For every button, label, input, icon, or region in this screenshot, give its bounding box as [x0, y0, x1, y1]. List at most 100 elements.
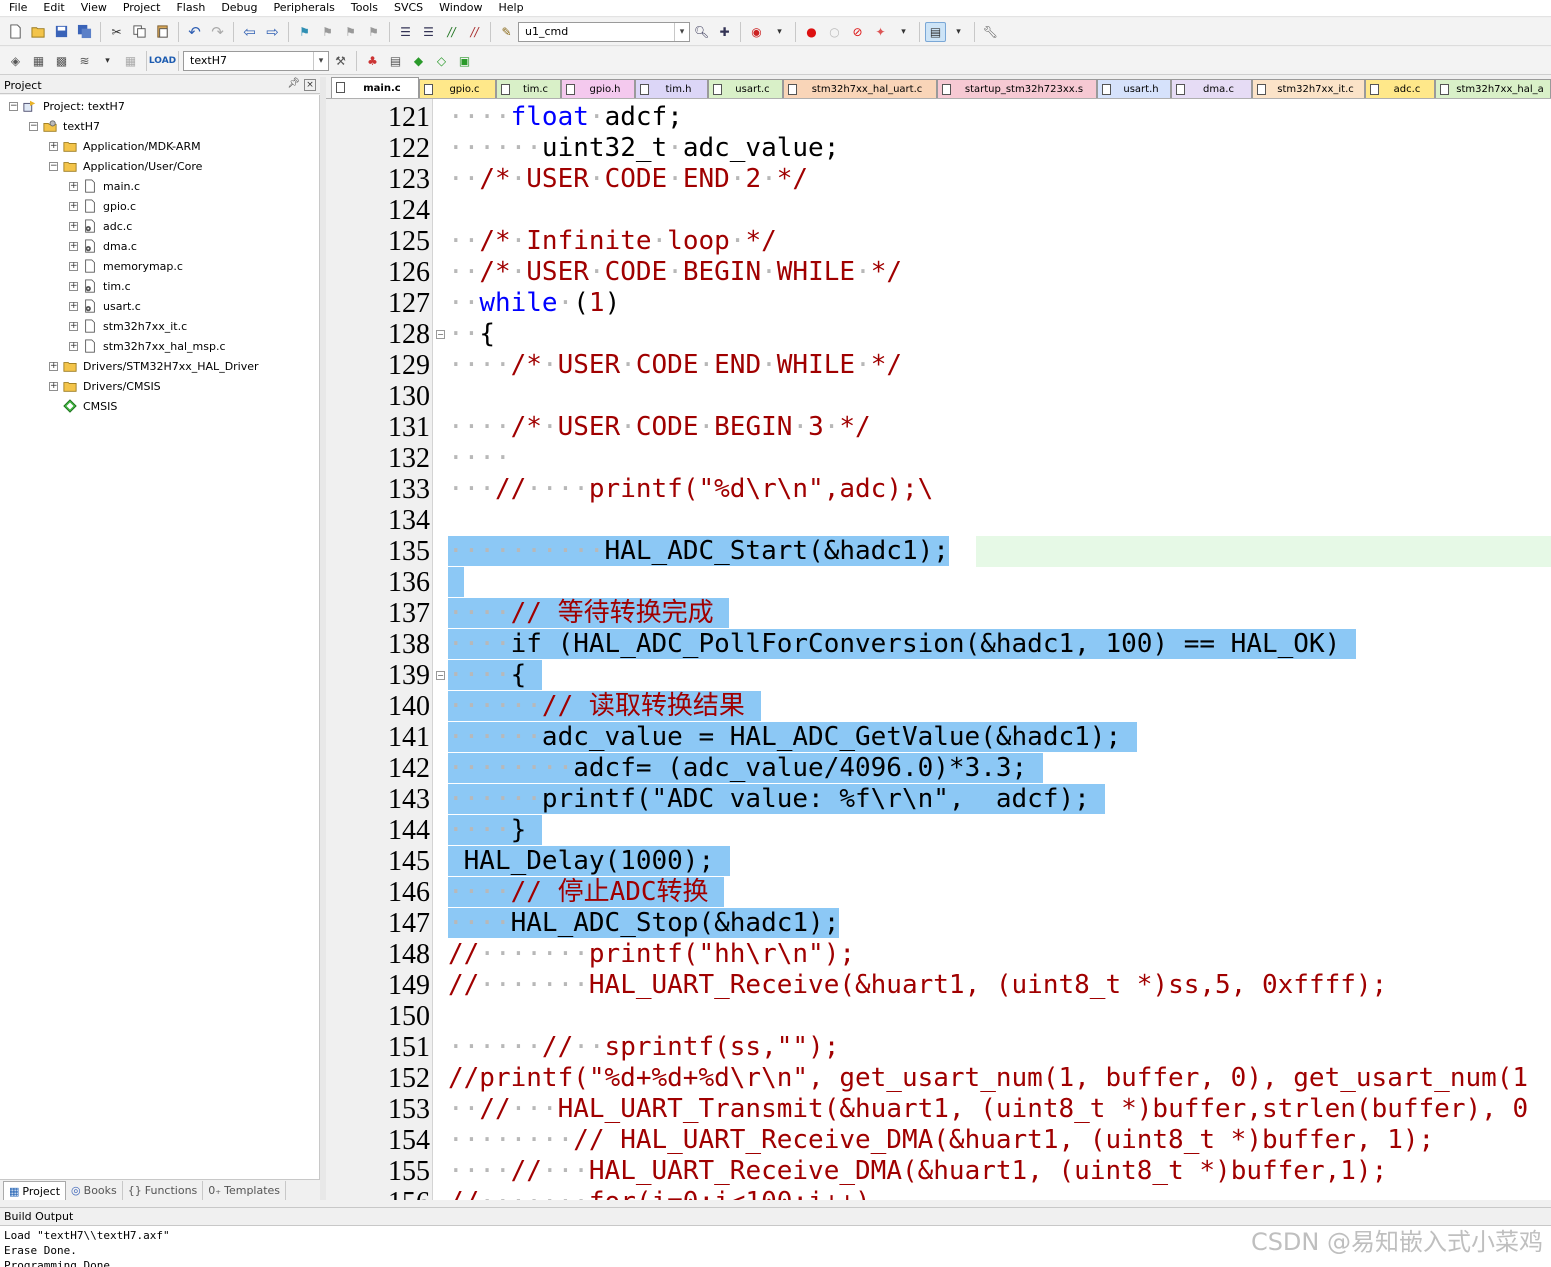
- select-software-packs-icon[interactable]: ▣: [454, 51, 475, 71]
- tab-file[interactable]: stm32h7xx_hal_uart.c: [783, 79, 937, 98]
- tree-node[interactable]: gpio.c: [83, 196, 136, 216]
- window-layout-icon[interactable]: ▤: [925, 21, 946, 42]
- stop-build-icon[interactable]: ▦: [120, 51, 141, 71]
- tree-node[interactable]: adc.c: [83, 216, 132, 236]
- expand-toggle-icon[interactable]: +: [69, 282, 78, 291]
- redo-icon[interactable]: ↷: [207, 22, 228, 42]
- fold-toggle-icon[interactable]: −: [436, 671, 445, 680]
- tab-file[interactable]: dma.c: [1171, 79, 1252, 98]
- chevron-down-icon[interactable]: ▾: [674, 22, 689, 41]
- file-extensions-icon[interactable]: ▤: [385, 51, 406, 71]
- tree-node[interactable]: tim.c: [83, 276, 131, 296]
- tree-node[interactable]: CMSIS: [63, 396, 117, 416]
- expand-toggle-icon[interactable]: +: [69, 182, 78, 191]
- enable-breakpoint-icon[interactable]: ○: [824, 22, 845, 42]
- target-options-icon[interactable]: ⚒: [330, 51, 351, 71]
- run-time-environment-icon[interactable]: ◆: [408, 51, 429, 71]
- cut-icon[interactable]: ✂: [106, 22, 127, 42]
- target-combo[interactable]: textH7 ▾: [183, 50, 329, 71]
- tab-file[interactable]: gpio.h: [561, 79, 635, 98]
- incremental-find-icon[interactable]: ✚: [714, 22, 735, 42]
- build-icon[interactable]: ▦: [28, 51, 49, 71]
- expand-toggle-icon[interactable]: −: [9, 102, 18, 111]
- tab-file[interactable]: main.c: [331, 77, 419, 98]
- uncomment-icon[interactable]: //: [464, 22, 485, 42]
- kill-breakpoints-icon[interactable]: ✦: [870, 22, 891, 42]
- tree-node[interactable]: Drivers/STM32H7xx_HAL_Driver: [63, 356, 259, 376]
- panel-tab-templates[interactable]: 0₊ Templates: [203, 1181, 287, 1200]
- expand-toggle-icon[interactable]: +: [69, 342, 78, 351]
- tree-node[interactable]: dma.c: [83, 236, 137, 256]
- tree-node[interactable]: stm32h7xx_it.c: [83, 316, 187, 336]
- clear-bookmarks-icon[interactable]: ⚑: [363, 22, 384, 42]
- menu-item-edit[interactable]: Edit: [34, 0, 71, 17]
- translate-icon[interactable]: ◈: [5, 51, 26, 71]
- indent-icon[interactable]: ☰: [395, 22, 416, 42]
- find-icon[interactable]: 🔍︎: [691, 22, 712, 42]
- tab-file[interactable]: gpio.c: [419, 79, 496, 98]
- tree-node[interactable]: memorymap.c: [83, 256, 183, 276]
- debug-session-icon[interactable]: ◉: [746, 22, 767, 42]
- menu-item-debug[interactable]: Debug: [212, 0, 264, 17]
- comment-icon[interactable]: //: [441, 22, 462, 42]
- tree-node[interactable]: usart.c: [83, 296, 141, 316]
- expand-toggle-icon[interactable]: +: [69, 322, 78, 331]
- expand-toggle-icon[interactable]: −: [49, 162, 58, 171]
- undo-icon[interactable]: ↶: [184, 22, 205, 42]
- tree-node[interactable]: Drivers/CMSIS: [63, 376, 161, 396]
- tab-file[interactable]: usart.h: [1097, 79, 1171, 98]
- pin-icon[interactable]: 📌︎: [287, 78, 300, 89]
- tree-node[interactable]: Application/User/Core: [63, 156, 202, 176]
- tab-file[interactable]: tim.c: [496, 79, 561, 98]
- expand-toggle-icon[interactable]: +: [49, 142, 58, 151]
- tab-file[interactable]: tim.h: [635, 79, 708, 98]
- tab-file[interactable]: adc.c: [1365, 79, 1435, 98]
- panel-tab-functions[interactable]: {} Functions: [123, 1181, 204, 1200]
- expand-toggle-icon[interactable]: +: [69, 202, 78, 211]
- save-all-icon[interactable]: [74, 22, 95, 42]
- menu-item-svcs[interactable]: SVCS: [385, 0, 430, 17]
- breakpoint-dropdown-icon[interactable]: ▾: [893, 22, 914, 42]
- open-folder-icon[interactable]: [28, 22, 49, 42]
- save-icon[interactable]: [51, 22, 72, 42]
- tree-node[interactable]: textH7: [43, 116, 100, 136]
- code-editor[interactable]: 121 ····float·adcf; 122 ······uint32_t·adc_…: [326, 99, 1551, 1200]
- nav-forward-icon[interactable]: ⇨: [262, 22, 283, 42]
- paste-icon[interactable]: [152, 22, 173, 42]
- tab-file[interactable]: usart.c: [708, 79, 783, 98]
- unindent-icon[interactable]: ☰: [418, 22, 439, 42]
- tree-node[interactable]: stm32h7xx_hal_msp.c: [83, 336, 226, 356]
- nav-back-icon[interactable]: ⇦: [239, 22, 260, 42]
- rebuild-icon[interactable]: ▩: [51, 51, 72, 71]
- close-icon[interactable]: ×: [304, 79, 316, 91]
- layout-dropdown-icon[interactable]: ▾: [948, 22, 969, 42]
- pack-installer-icon[interactable]: ◇: [431, 51, 452, 71]
- panel-tab-project[interactable]: ▦ Project: [3, 1181, 67, 1200]
- batch-build-icon[interactable]: ≋: [74, 51, 95, 71]
- find-combo[interactable]: u1_cmd ▾: [518, 21, 690, 42]
- menu-item-window[interactable]: Window: [430, 0, 489, 17]
- copy-icon[interactable]: [129, 22, 150, 42]
- batch-dropdown-icon[interactable]: ▾: [97, 51, 118, 71]
- menu-item-flash[interactable]: Flash: [167, 0, 212, 17]
- new-file-icon[interactable]: [5, 22, 26, 42]
- insert-breakpoint-icon[interactable]: ●: [801, 22, 822, 42]
- menu-item-project[interactable]: Project: [114, 0, 168, 17]
- menu-item-peripherals[interactable]: Peripherals: [265, 0, 342, 17]
- fold-toggle-icon[interactable]: −: [436, 330, 445, 339]
- menu-item-view[interactable]: View: [72, 0, 114, 17]
- configure-wrench-icon[interactable]: 🔧︎: [980, 22, 1001, 42]
- expand-toggle-icon[interactable]: +: [69, 262, 78, 271]
- menu-item-tools[interactable]: Tools: [342, 0, 385, 17]
- manage-components-icon[interactable]: ♣: [362, 51, 383, 71]
- expand-toggle-icon[interactable]: +: [69, 222, 78, 231]
- panel-tab-books[interactable]: ◎ Books: [66, 1181, 123, 1200]
- menu-item-file[interactable]: File: [0, 0, 34, 17]
- tree-node[interactable]: Application/MDK-ARM: [63, 136, 201, 156]
- bookmark-icon[interactable]: ⚑: [294, 22, 315, 42]
- next-bookmark-icon[interactable]: ⚑: [340, 22, 361, 42]
- menu-item-help[interactable]: Help: [490, 0, 531, 17]
- tab-file[interactable]: stm32h7xx_hal_a: [1435, 79, 1551, 98]
- expand-toggle-icon[interactable]: +: [69, 302, 78, 311]
- expand-toggle-icon[interactable]: +: [69, 242, 78, 251]
